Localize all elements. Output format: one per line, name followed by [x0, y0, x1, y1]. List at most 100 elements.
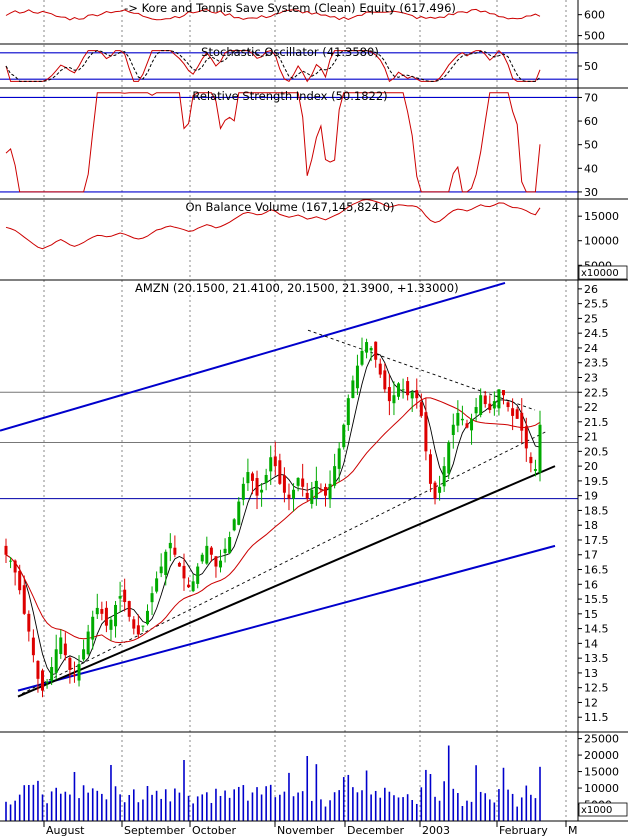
scale-label: x10000	[581, 268, 619, 279]
candle-body	[36, 660, 40, 679]
candle-body	[333, 466, 337, 486]
month-label: September	[124, 824, 185, 837]
candle-body	[255, 478, 259, 496]
stock-chart: 500 600 -> Kore and Tennis Save System (Cl…	[0, 0, 628, 837]
panel-title: AMZN (20.1500, 21.4100, 20.1500, 21.3900…	[135, 281, 459, 295]
candle-body	[410, 392, 414, 399]
y-tick-label: 30	[584, 186, 598, 199]
y-tick-label: 17	[584, 549, 598, 562]
candle-body	[529, 456, 533, 464]
candle-body	[456, 412, 460, 426]
candle-body	[269, 457, 273, 472]
candle-body	[428, 454, 432, 484]
candle-body	[433, 482, 437, 499]
candle-body	[296, 477, 300, 486]
candle-body	[173, 547, 177, 555]
month-label: December	[347, 824, 405, 837]
candle-body	[63, 643, 67, 656]
candle-body	[141, 625, 145, 627]
candle-body	[438, 486, 442, 493]
candle-body	[451, 424, 455, 435]
y-tick-label: 22	[584, 401, 598, 414]
y-tick-label: 15	[584, 608, 598, 621]
candle-body	[223, 548, 227, 554]
candle-body	[114, 604, 118, 627]
y-tick-label: 22.5	[584, 386, 609, 399]
candle-body	[155, 578, 159, 592]
candle-body	[415, 390, 419, 399]
candle-body	[219, 560, 223, 568]
candle-body	[328, 483, 332, 500]
candle-body	[282, 475, 286, 493]
candle-body	[470, 418, 474, 431]
y-tick-label: 15000	[584, 766, 619, 779]
y-tick-label: 19.5	[584, 475, 609, 488]
candle-body	[447, 442, 451, 474]
candle-body	[337, 448, 341, 469]
y-tick-label: 24	[584, 342, 598, 355]
candle-body	[369, 347, 373, 351]
candle-body	[520, 412, 524, 431]
candle-body	[22, 585, 26, 614]
y-tick-label: 13	[584, 667, 598, 680]
candle-body	[442, 466, 446, 487]
candle-body	[77, 664, 81, 681]
y-tick-label: 11.5	[584, 711, 609, 724]
candle-body	[346, 398, 350, 426]
candle-body	[209, 547, 213, 555]
candle-body	[250, 473, 254, 481]
candle-body	[182, 565, 186, 579]
y-tick-label: 21	[584, 431, 598, 444]
candle-body	[524, 426, 528, 449]
y-tick-label: 23	[584, 371, 598, 384]
candle-body	[13, 560, 17, 573]
candle-body	[68, 657, 72, 670]
candle-body	[86, 631, 90, 655]
candle-body	[109, 619, 113, 630]
y-tick-label: 50	[584, 60, 598, 73]
month-label: November	[277, 824, 335, 837]
panel-title: -> Kore and Tennis Save System (Clean) E…	[124, 1, 456, 15]
candle-body	[419, 402, 423, 416]
candle-body	[132, 619, 136, 629]
candle-body	[287, 494, 291, 499]
candle-body	[383, 370, 387, 390]
candle-body	[91, 616, 95, 640]
candle-body	[365, 342, 369, 353]
candle-body	[479, 395, 483, 415]
panel-title: Stochastic Oscillator (41.3580)	[201, 45, 379, 59]
y-tick-label: 50	[584, 139, 598, 152]
y-tick-label: 16	[584, 578, 598, 591]
y-tick-label: 25000	[584, 733, 619, 746]
month-label: M	[568, 824, 578, 837]
candle-body	[378, 363, 382, 375]
y-tick-label: 23.5	[584, 357, 609, 370]
y-tick-label: 18.5	[584, 504, 609, 517]
candle-body	[191, 581, 195, 592]
y-tick-label: 16.5	[584, 564, 609, 577]
candle-body	[538, 424, 542, 473]
candle-body	[501, 390, 505, 396]
candle-body	[323, 486, 327, 496]
y-tick-label: 500	[584, 30, 605, 43]
candle-body	[497, 389, 501, 409]
candle-body	[401, 389, 405, 391]
candle-body	[301, 478, 305, 487]
candle-body	[59, 637, 63, 655]
y-tick-label: 25.5	[584, 298, 609, 311]
candle-body	[145, 610, 149, 625]
candle-body	[374, 341, 378, 360]
candle-body	[54, 649, 58, 673]
candle-body	[214, 556, 218, 567]
candle-body	[127, 601, 131, 617]
y-tick-label: 20000	[584, 749, 619, 762]
y-tick-label: 17.5	[584, 534, 609, 547]
candle-body	[159, 566, 163, 574]
y-tick-label: 40	[584, 162, 598, 175]
candle-body	[205, 545, 209, 564]
y-tick-label: 10000	[584, 782, 619, 795]
y-tick-label: 18	[584, 519, 598, 532]
y-tick-label: 15.5	[584, 593, 609, 606]
candle-body	[150, 593, 154, 603]
candle-body	[31, 637, 35, 656]
